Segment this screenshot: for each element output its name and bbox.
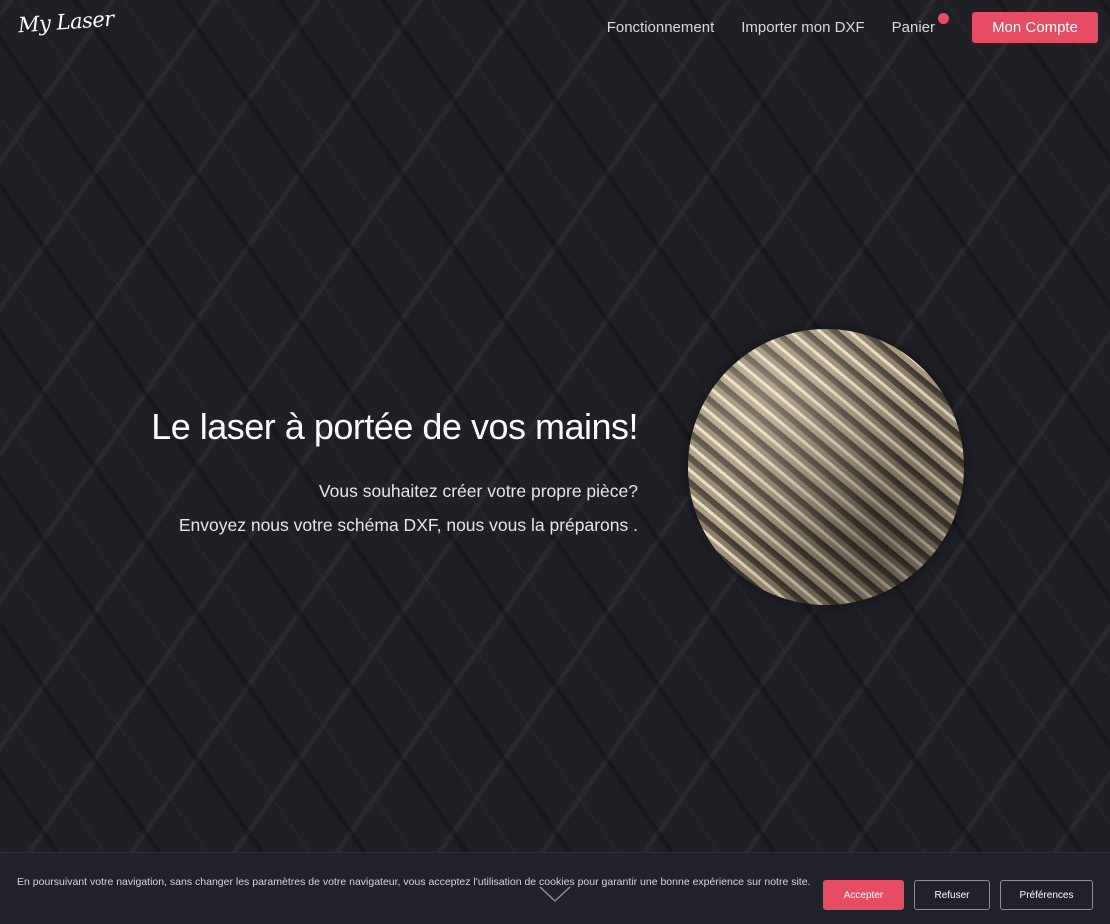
chevron-down-icon[interactable] [538, 885, 572, 903]
hero-line-1: Vous souhaitez créer votre propre pièce? [318, 481, 638, 501]
cookie-refuse-button[interactable]: Refuser [914, 880, 990, 910]
nav-panier[interactable]: Panier [891, 12, 949, 36]
hero-title: Le laser à portée de vos mains! [151, 406, 638, 447]
cart-badge [938, 12, 949, 24]
nav-importer-dxf[interactable]: Importer mon DXF [741, 19, 864, 36]
nav-panier-label: Panier [891, 18, 935, 36]
cookie-text: En poursuivant votre navigation, sans ch… [17, 876, 811, 888]
hero-rebar-image [688, 329, 964, 605]
account-button[interactable]: Mon Compte [972, 11, 1098, 43]
hero-subtitle: Vous souhaitez créer votre propre pièce?… [78, 474, 638, 542]
cookie-preferences-button[interactable]: Préférences [1000, 880, 1093, 910]
hero-line-2: Envoyez nous votre schéma DXF, nous vous… [178, 515, 638, 535]
cookie-accept-button[interactable]: Accepter [823, 880, 904, 910]
logo[interactable]: My Laser [17, 7, 114, 38]
nav-fonctionnement[interactable]: Fonctionnement [607, 19, 715, 36]
hero: Le laser à portée de vos mains! Vous sou… [78, 404, 638, 542]
main-nav: Fonctionnement Importer mon DXF Panier M… [607, 0, 1098, 54]
